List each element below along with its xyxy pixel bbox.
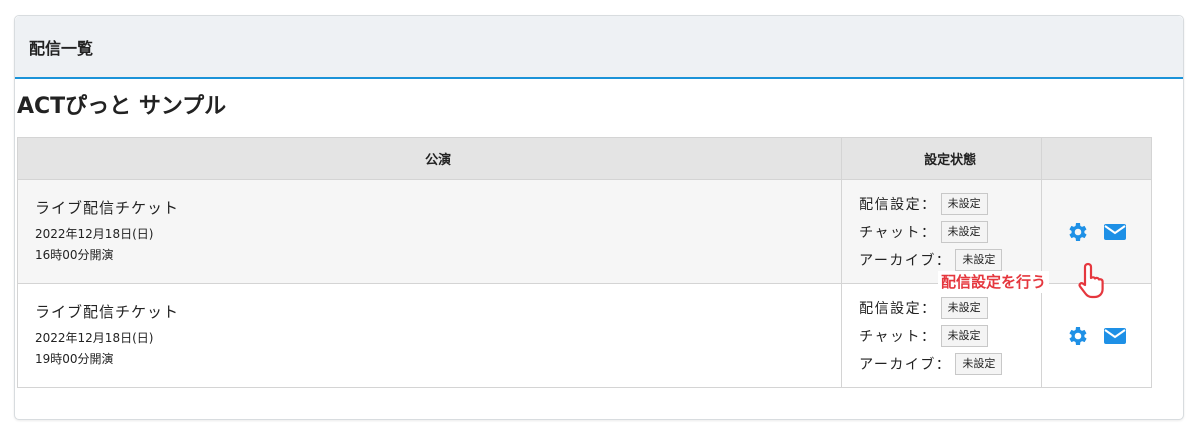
delivery-table: 公演 設定状態 ライブ配信チケット 2022年12月18日(日) 16時00分開… [16,137,1152,388]
status-cell: 配信設定： 未設定 チャット： 未設定 アーカイブ： 未設定 [841,179,1043,284]
header-status: 設定状態 [841,137,1043,180]
status-cell: 配信設定： 未設定 チャット： 未設定 アーカイブ： 未設定 [841,283,1043,388]
event-title: ACTぴっと サンプル [17,94,227,119]
show-date: 2022年12月18日(日) [35,331,154,345]
panel-header: 配信一覧 [15,16,1183,79]
envelope-icon[interactable] [1103,324,1127,348]
show-cell: ライブ配信チケット 2022年12月18日(日) 19時00分開演 [16,283,843,388]
status-archive: アーカイブ： 未設定 [859,350,1041,378]
status-badge: 未設定 [940,296,988,319]
status-badge: 未設定 [940,192,988,215]
status-badge: 未設定 [940,220,988,243]
status-delivery: 配信設定： 未設定 [859,190,1041,218]
status-label: チャット： [859,328,937,345]
status-delivery: 配信設定： 未設定 [859,294,1041,322]
ticket-name: ライブ配信チケット [35,199,180,217]
status-badge: 未設定 [955,352,1003,375]
status-label: 配信設定： [859,196,937,213]
show-cell: ライブ配信チケット 2022年12月18日(日) 16時00分開演 [16,179,843,284]
show-time: 19時00分開演 [35,352,114,366]
show-date: 2022年12月18日(日) [35,227,154,241]
status-archive: アーカイブ： 未設定 [859,246,1041,274]
status-label: チャット： [859,224,937,241]
header-actions [1041,137,1152,180]
show-time: 16時00分開演 [35,248,114,262]
envelope-icon[interactable] [1103,220,1127,244]
status-label: 配信設定： [859,300,937,317]
status-chat: チャット： 未設定 [859,218,1041,246]
table-header-row: 公演 設定状態 [16,137,1152,180]
header-show: 公演 [16,137,843,180]
table-row: ライブ配信チケット 2022年12月18日(日) 19時00分開演 配信設定： … [16,283,1152,388]
panel-title: 配信一覧 [29,38,94,58]
status-label: アーカイブ： [859,252,952,269]
table-row: ライブ配信チケット 2022年12月18日(日) 16時00分開演 配信設定： … [16,179,1152,284]
gear-icon[interactable] [1065,220,1089,244]
status-chat: チャット： 未設定 [859,322,1041,350]
status-label: アーカイブ： [859,356,952,373]
hand-pointer-icon [1074,260,1114,300]
ticket-name: ライブ配信チケット [35,303,180,321]
gear-icon[interactable] [1065,324,1089,348]
status-badge: 未設定 [940,324,988,347]
status-badge: 未設定 [955,248,1003,271]
settings-tooltip: 配信設定を行う [938,271,1050,293]
